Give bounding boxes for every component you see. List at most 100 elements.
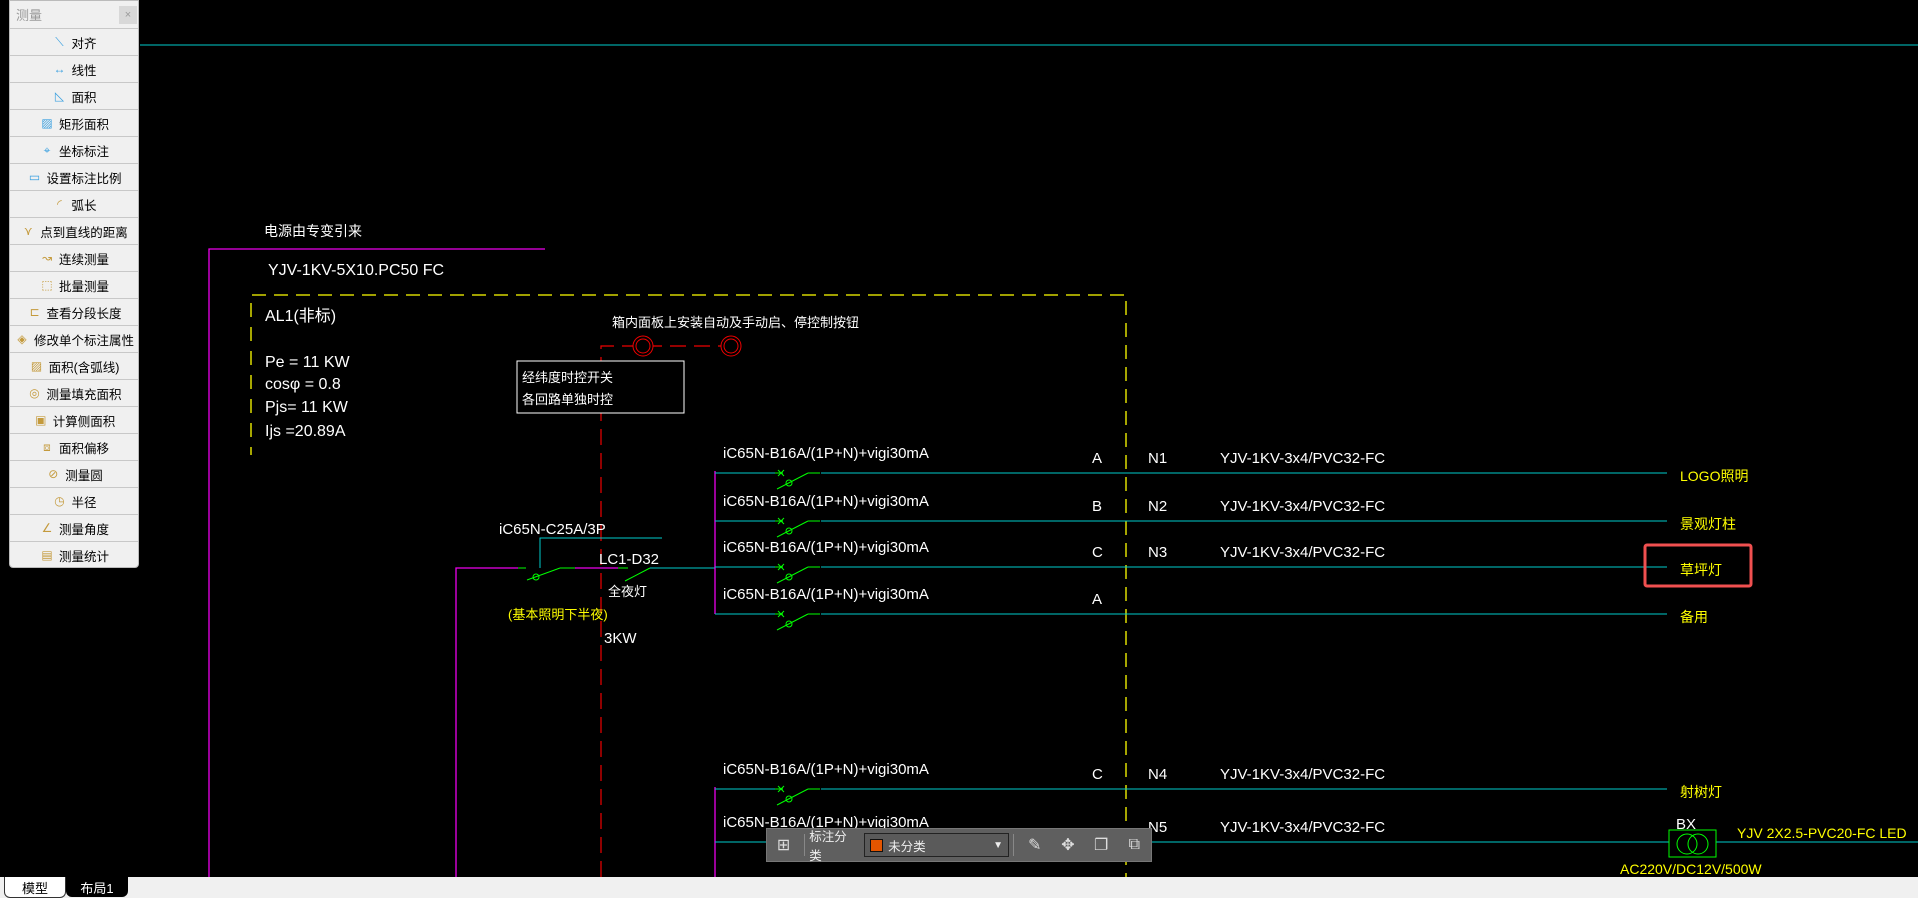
load-label: LOGO照明 (1680, 468, 1748, 484)
panel-item[interactable]: ⟍ 对齐 (10, 28, 138, 55)
cable-label: YJV-1KV-3x4/PVC32-FC (1220, 498, 1385, 515)
panel-item[interactable]: ◎ 测量填充面积 (10, 379, 138, 406)
panel-name: AL1(非标) (265, 307, 336, 325)
panel-item[interactable]: ◺ 面积 (10, 82, 138, 109)
panel-item-label: 测量填充面积 (46, 387, 122, 402)
rect-area-icon: ▨ (41, 116, 53, 130)
panel-item-label: 测量圆 (65, 468, 103, 483)
edit-icon[interactable]: ✎ (1018, 835, 1051, 855)
arc-area-icon: ▨ (30, 359, 43, 373)
phase-label: C (1092, 544, 1103, 561)
panel-item-label: 面积 (71, 90, 97, 105)
close-icon[interactable]: × (119, 5, 137, 24)
load-label: 备用 (1680, 609, 1708, 625)
panel-item[interactable]: ▣ 计算侧面积 (10, 406, 138, 433)
phase-label: A (1092, 450, 1102, 467)
control-dashed-line (600, 345, 731, 877)
panel-item-label: 面积偏移 (58, 441, 109, 456)
panel-item[interactable]: ⊘ 测量圆 (10, 460, 138, 487)
radius-icon: ◷ (54, 494, 65, 508)
panel-item-label: 批量测量 (58, 279, 109, 294)
panel-item-label: 弧长 (71, 198, 97, 213)
panel-item[interactable]: ⋎ 点到直线的距离 (10, 217, 138, 244)
breaker-blade (776, 566, 809, 584)
linear-dimension-icon: ↔ (53, 62, 66, 76)
panel-item[interactable]: ⬚ 批量测量 (10, 271, 138, 298)
panel-item[interactable]: ◷ 半径 (10, 487, 138, 514)
panel-item-label: 测量角度 (58, 522, 109, 537)
category-select[interactable]: 未分类 ▼ (864, 833, 1010, 857)
panel-item[interactable]: ⧈ 面积偏移 (10, 433, 138, 460)
cable-label: YJV-1KV-3x4/PVC32-FC (1220, 544, 1385, 561)
incoming-cable-label: YJV-1KV-5X10.PC50 FC (268, 262, 444, 279)
copy-icon[interactable]: ❐ (1085, 835, 1118, 855)
category-color-swatch (870, 838, 884, 852)
panel-item-label: 线性 (71, 63, 97, 78)
panel-item[interactable]: ↝ 连续测量 (10, 244, 138, 271)
incoming-feeder-line (208, 248, 545, 877)
cad-canvas[interactable]: 电源由专变引来 YJV-1KV-5X10.PC50 FC AL1(非标) Pe … (0, 0, 1918, 877)
breaker-blade (776, 613, 809, 631)
panel-item[interactable]: ▤ 测量统计 (10, 541, 138, 568)
load-label: 景观灯柱 (1680, 516, 1736, 532)
arc-length-icon: ◜ (57, 197, 62, 211)
button-note: 箱内面板上安装自动及手动启、停控制按钮 (612, 315, 859, 330)
panel-item[interactable]: ⊏ 查看分段长度 (10, 298, 138, 325)
panel-item[interactable]: ▭ 设置标注比例 (10, 163, 138, 190)
panel-header: 测量 × (10, 1, 138, 28)
power-label: 3KW (604, 630, 637, 647)
grid-apps-icon[interactable]: ⊞ (767, 835, 800, 855)
breaker-label: iC65N-B16A/(1P+N)+vigi30mA (723, 493, 929, 510)
breaker-blade (776, 472, 809, 490)
transformer-symbol (1668, 829, 1717, 858)
edit-dimension-icon: ◈ (17, 332, 27, 346)
panel-item[interactable]: ⌖ 坐标标注 (10, 136, 138, 163)
panel-boundary (252, 294, 1127, 877)
load-label: 草坪灯 (1680, 562, 1722, 578)
transformer-rating: AC220V/DC12V/500W (1620, 861, 1762, 877)
chevron-down-icon: ▼ (993, 839, 1004, 851)
panel-item-label: 半径 (71, 495, 97, 510)
transformer-cable-label: YJV 2X2.5-PVC20-FC LED (1737, 825, 1907, 841)
circuit-number: N1 (1148, 450, 1167, 467)
load-label: 射树灯 (1680, 784, 1722, 800)
move-icon[interactable]: ✥ (1051, 835, 1084, 855)
tab-layout1[interactable]: 布局1 (66, 877, 128, 897)
panel-item[interactable]: ▨ 矩形面积 (10, 109, 138, 136)
all-night-label: 全夜灯 (608, 584, 647, 599)
panel-item-label: 计算侧面积 (52, 414, 116, 429)
panel-item-label: 点到直线的距离 (40, 225, 128, 240)
source-note: 电源由专变引来 (264, 223, 362, 239)
panel-item[interactable]: ◜ 弧长 (10, 190, 138, 217)
panel-item-label: 连续测量 (58, 252, 109, 267)
pe-value: Pe = 11 KW (265, 354, 351, 371)
tab-model[interactable]: 模型 (4, 877, 66, 898)
circle-measure-icon: ⊘ (48, 467, 59, 481)
angle-icon: ∠ (41, 521, 53, 535)
coordinate-icon: ⌖ (43, 142, 51, 157)
timer-note-line2: 各回路单独时控 (522, 392, 613, 407)
cable-label: YJV-1KV-3x4/PVC32-FC (1220, 450, 1385, 467)
circuit-number: N2 (1148, 498, 1167, 515)
circuit-number: N3 (1148, 544, 1167, 561)
segment-length-icon: ⊏ (29, 305, 40, 319)
panel-item-label: 修改单个标注属性 (33, 333, 134, 348)
continuous-measure-icon: ↝ (41, 251, 53, 265)
category-value: 未分类 (888, 839, 926, 854)
statistics-icon: ▤ (41, 548, 53, 562)
panel-item-label: 设置标注比例 (46, 171, 122, 186)
breaker-label: iC65N-B16A/(1P+N)+vigi30mA (723, 445, 929, 462)
measure-panel: 测量 × ⟍ 对齐 ↔ 线性 ◺ 面积 ▨ 矩形面积 ⌖ 坐标标注 ▭ 设置标注比例 ◜ 弧长 ⋎ 点到直线的… (9, 0, 139, 568)
annotation-toolbar: ⊞ 标注分类 未分类 ▼ ✎ ✥ ❐ ⧉ (766, 828, 1152, 863)
breaker-blade (776, 788, 809, 806)
area-offset-icon: ⧈ (43, 439, 51, 454)
panel-item[interactable]: ↔ 线性 (10, 55, 138, 82)
panel-item[interactable]: ◈ 修改单个标注属性 (10, 325, 138, 352)
category-label: 标注分类 (809, 830, 847, 863)
hatch-area-icon: ◎ (29, 386, 40, 400)
paste-icon[interactable]: ⧉ (1118, 836, 1151, 854)
pjs-value: Pjs= 11 KW (265, 399, 349, 416)
panel-item[interactable]: ▨ 面积(含弧线) (10, 352, 138, 379)
panel-item[interactable]: ∠ 测量角度 (10, 514, 138, 541)
main-breaker-label: iC65N-C25A/3P (499, 521, 606, 538)
